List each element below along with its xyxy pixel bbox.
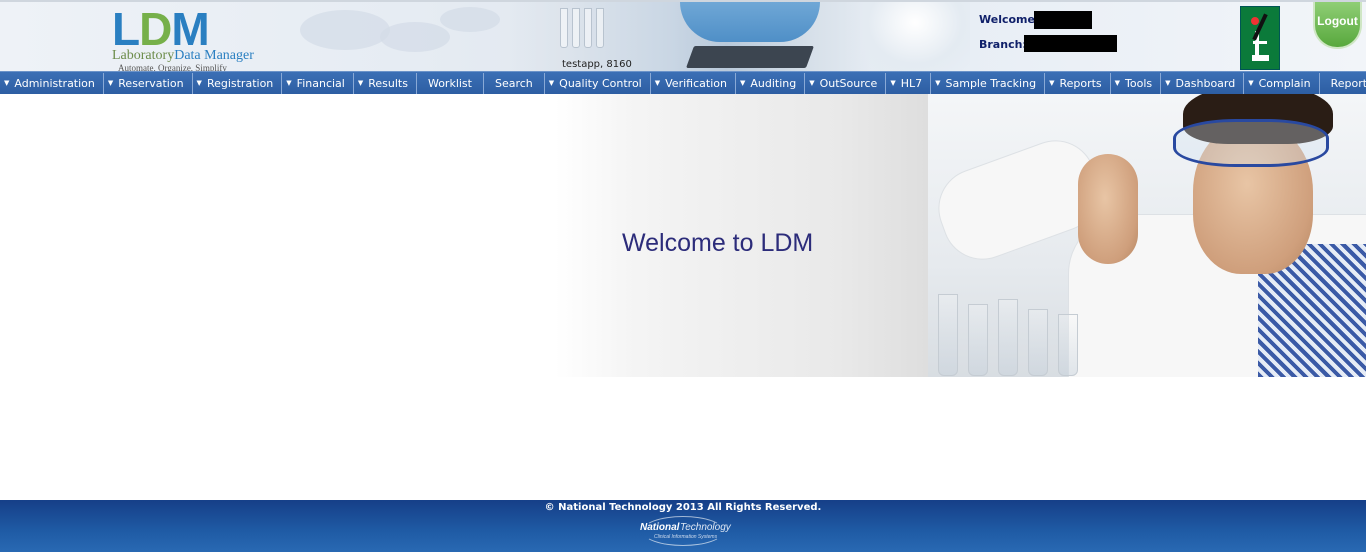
header: LDM LaboratoryData Manager Automate, Org… (0, 0, 1366, 71)
menu-label: Administration (14, 76, 95, 90)
test-tube-icon (584, 8, 592, 48)
menu-label: Verification (665, 76, 727, 90)
menu-financial[interactable]: ▼ Financial (282, 72, 354, 94)
menu-reporting-tool[interactable]: Reporting Tool (1320, 73, 1366, 94)
menu-tools[interactable]: ▼ Tools (1111, 72, 1162, 94)
keyboard-image (685, 46, 815, 68)
menu-label: HL7 (900, 76, 923, 90)
beaker-icon (998, 299, 1018, 376)
menu-results[interactable]: ▼ Results (354, 72, 417, 94)
menu-label: Registration (206, 76, 274, 90)
chevron-down-icon: ▼ (357, 79, 364, 87)
microscope-icon (1240, 6, 1280, 70)
menu-label: Reports (1059, 76, 1102, 90)
menu-label: Reporting Tool (1330, 76, 1366, 90)
menu-administration[interactable]: ▼ Administration (0, 72, 104, 94)
beaker-icon (1058, 314, 1078, 376)
chevron-down-icon: ▼ (196, 79, 202, 87)
menu-verification[interactable]: ▼ Verification (651, 72, 736, 94)
menu-reports[interactable]: ▼ Reports (1045, 72, 1111, 94)
chevron-down-icon: ▼ (890, 79, 896, 87)
chevron-down-icon: ▼ (739, 79, 746, 87)
chevron-down-icon: ▼ (809, 79, 815, 87)
scientist-photo (927, 94, 1366, 377)
menu-sample-tracking[interactable]: ▼ Sample Tracking (931, 72, 1046, 94)
footer: © National Technology 2013 All Rights Re… (0, 500, 1366, 552)
ldm-logo: LDM LaboratoryData Manager Automate, Org… (112, 3, 254, 71)
menu-label: Tools (1125, 76, 1153, 90)
beaker-icon (968, 304, 988, 376)
beaker-icon (938, 294, 958, 376)
menu-hl7[interactable]: ▼ HL7 (886, 72, 932, 94)
chevron-down-icon: ▼ (286, 79, 292, 87)
chevron-down-icon: ▼ (935, 79, 941, 87)
test-tube-icon (572, 8, 580, 48)
main-menu-bar: ▼ Administration ▼ Reservation ▼ Registrati… (0, 71, 1366, 94)
menu-outsource[interactable]: ▼ OutSource (805, 72, 887, 94)
logo-tagline: Automate, Organize, Simplify (118, 63, 227, 71)
chevron-down-icon: ▼ (1248, 79, 1254, 87)
nurse-image (680, 2, 820, 42)
logo-tagline: Clinical Information Systems (654, 534, 718, 540)
beaker-icon (1028, 309, 1048, 376)
scientist-hand (1078, 154, 1138, 264)
chevron-down-icon: ▼ (1049, 79, 1055, 87)
menu-label: Complain (1258, 76, 1311, 90)
microscope-image (860, 2, 970, 71)
world-map-decoration (300, 10, 390, 50)
server-info: testapp, 8160 (562, 59, 632, 70)
chevron-down-icon: ▼ (1114, 79, 1121, 87)
logo-text-national: National (640, 522, 680, 533)
menu-auditing[interactable]: ▼ Auditing (736, 72, 806, 94)
menu-quality-control[interactable]: ▼ Quality Control (545, 72, 651, 94)
logo-brand: LDM (112, 3, 210, 55)
test-tube-icon (596, 8, 604, 48)
test-tube-icon (560, 8, 568, 48)
menu-label: Reservation (118, 76, 184, 90)
welcome-heading: Welcome to LDM (622, 229, 814, 257)
world-map-decoration (440, 7, 500, 32)
menu-label: Sample Tracking (945, 76, 1037, 90)
menu-label: Search (494, 76, 533, 90)
branch-label: Branch: (979, 38, 1027, 51)
logo-name: LaboratoryData Manager (112, 48, 254, 63)
chevron-down-icon: ▼ (548, 79, 555, 87)
safety-goggles (1173, 119, 1329, 167)
username-redacted (1034, 11, 1092, 29)
logo-text-technology: Technology (680, 522, 731, 533)
chevron-down-icon: ▼ (107, 79, 114, 87)
copyright-text: © National Technology 2013 All Rights Re… (544, 502, 822, 513)
menu-dashboard[interactable]: ▼ Dashboard (1161, 72, 1245, 94)
microscope-icon-glyph (1251, 13, 1269, 61)
logout-button[interactable]: Logout (1313, 2, 1362, 49)
world-map-decoration (380, 22, 450, 52)
menu-label: Results (368, 76, 408, 90)
chevron-down-icon: ▼ (654, 79, 661, 87)
menu-reservation[interactable]: ▼ Reservation (104, 72, 193, 94)
menu-label: Quality Control (559, 76, 642, 90)
menu-label: Financial (296, 76, 345, 90)
menu-label: Worklist (427, 76, 472, 90)
menu-search[interactable]: Search (484, 72, 545, 94)
menu-label: Auditing (750, 76, 797, 90)
menu-label: Dashboard (1175, 76, 1236, 90)
welcome-label: Welcome: (979, 13, 1040, 26)
menu-label: OutSource (819, 76, 878, 90)
menu-complain[interactable]: ▼ Complain (1244, 72, 1320, 94)
branch-redacted (1024, 35, 1117, 52)
menu-registration[interactable]: ▼ Registration (193, 72, 283, 94)
national-technology-logo: National Technology Clinical Information… (640, 514, 731, 546)
chevron-down-icon: ▼ (4, 79, 10, 87)
menu-worklist[interactable]: Worklist (417, 72, 484, 94)
chevron-down-icon: ▼ (1165, 79, 1171, 87)
